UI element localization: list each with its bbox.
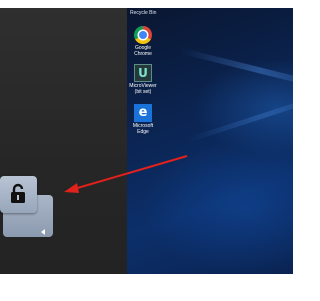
- red-pointer-arrow: [64, 155, 188, 193]
- screenshot-frame: Recycle Bin Google Chrome U MicroViewer …: [0, 0, 304, 301]
